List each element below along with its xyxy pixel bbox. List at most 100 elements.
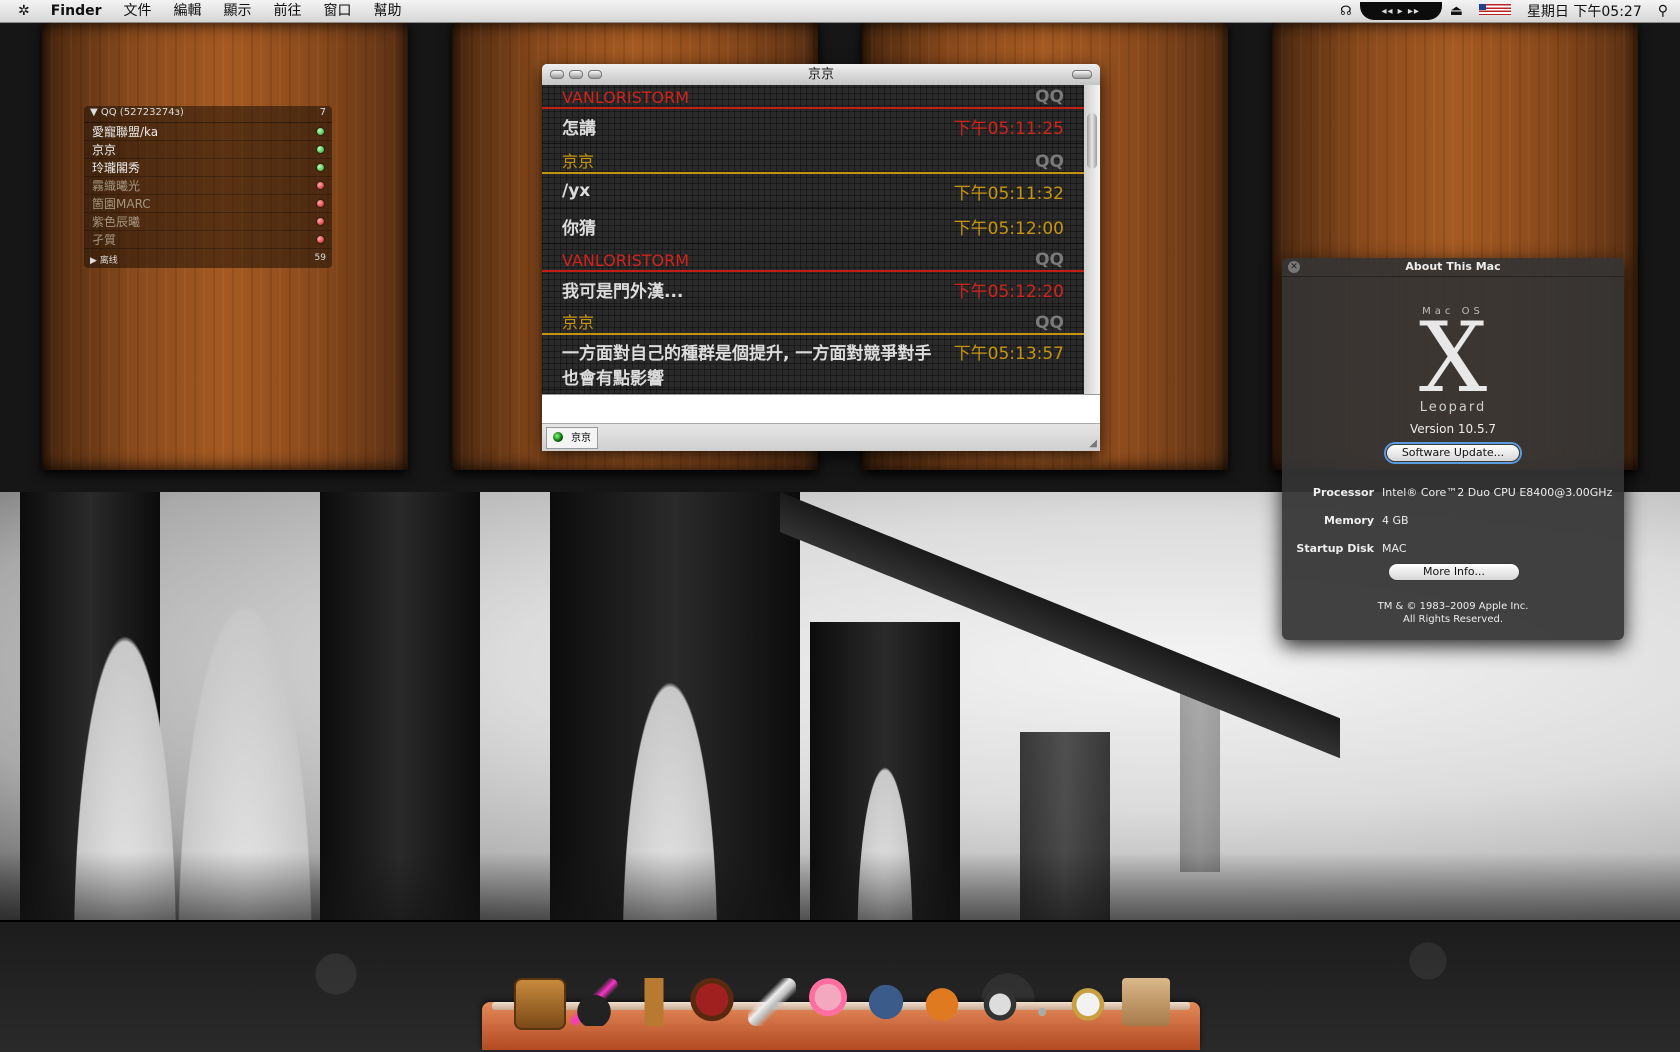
sender-header: 京京 QQ [542, 311, 1084, 335]
buddy-row[interactable]: 玲瓏閣秀 [84, 159, 332, 177]
resize-grip-icon[interactable]: ◢ [1089, 438, 1097, 449]
online-status-icon [317, 164, 324, 171]
eject-icon[interactable]: ⏏ [1442, 3, 1471, 19]
chat-message: 你猜 下午05:12:00 [542, 209, 1084, 244]
message-text: 你猜 [562, 218, 596, 239]
input-flag-icon[interactable] [1471, 3, 1519, 19]
robot-icon[interactable] [862, 978, 910, 1026]
armchair-icon[interactable] [688, 978, 736, 1026]
about-title: About This Mac [1405, 260, 1501, 273]
buddy-name: 紫色辰曦 [92, 215, 141, 229]
zoom-button[interactable] [588, 70, 602, 79]
sender-header: 京京 QQ [542, 150, 1084, 174]
online-status-icon [317, 128, 324, 135]
easel-icon[interactable] [630, 978, 678, 1026]
firefox-icon[interactable] [918, 978, 966, 1026]
chat-message: 一方面對自己的種群是個提升, 一方面對競爭對手也會有點影響 下午05:13:57 [542, 335, 1084, 390]
menu-file[interactable]: 文件 [112, 0, 162, 22]
spotlight-icon[interactable]: ⚲ [1650, 3, 1680, 19]
spec-key: Memory [1323, 514, 1374, 527]
menu-finder[interactable]: Finder [40, 0, 113, 22]
bookshelf-icon[interactable] [514, 978, 566, 1030]
offline-status-icon [317, 236, 324, 243]
menu-view[interactable]: 顯示 [212, 0, 262, 22]
spec-row: Memory 4 GB [1282, 514, 1624, 527]
buddy-row[interactable]: 京京 [84, 141, 332, 159]
menu-go[interactable]: 前往 [262, 0, 312, 22]
buddy-row[interactable]: 紫色辰曦 [84, 213, 332, 231]
menu-edit[interactable]: 編輯 [162, 0, 212, 22]
menu-help[interactable]: 幫助 [362, 0, 412, 22]
tree-line [0, 852, 1680, 920]
scroll-thumb[interactable] [1087, 113, 1097, 169]
buddy-name: 玲瓏閣秀 [92, 161, 141, 175]
minimize-button[interactable] [569, 70, 583, 79]
bird-icon[interactable] [1064, 978, 1112, 1026]
disclosure-right-icon[interactable]: ▶ [90, 256, 97, 266]
online-status-icon [317, 146, 324, 153]
buddy-row[interactable]: 愛寵聯盟/ka [84, 123, 332, 141]
offline-status-icon [317, 218, 324, 225]
chat-message: 我可是門外漢... 下午05:12:20 [542, 272, 1084, 307]
sender-name: 京京 [562, 313, 595, 332]
buddy-name: 箇園MARC [92, 197, 151, 211]
buddy-row[interactable]: 箇園MARC [84, 195, 332, 213]
magic-hat-icon[interactable] [570, 978, 618, 1026]
sender-header: VANLORISTORM QQ [542, 248, 1084, 272]
chat-title-bar[interactable]: 京京 [542, 64, 1100, 85]
chat-tab-bar: 京京 ◢ [542, 423, 1100, 451]
buddy-name: 霧織曦光 [92, 179, 141, 193]
spec-value: MAC [1382, 542, 1407, 555]
copyright: TM & © 1983–2009 Apple Inc. All Rights R… [1282, 600, 1624, 626]
chat-window: 京京 VANLORISTORM QQ 怎講 下午05:11:25 京京 QQ /yx 下… [542, 64, 1100, 451]
penguin-icon[interactable] [976, 978, 1024, 1026]
qq-online-count: 7 [319, 107, 326, 118]
menu-extras: ☊ ◂◂ ▸ ▸▸ ⏏ 星期日 下午05:27 ⚲ [1332, 0, 1680, 22]
buddy-row[interactable]: 孑質 [84, 231, 332, 249]
message-input[interactable] [542, 394, 1100, 423]
about-title-bar[interactable]: ✕ About This Mac [1282, 258, 1624, 277]
sender-name: VANLORISTORM [562, 88, 690, 107]
qq-tag: QQ [1035, 313, 1064, 333]
chat-scrollbar[interactable] [1084, 85, 1100, 394]
qq-group-header[interactable]: ▼ QQ (52723274з) 7 [84, 106, 332, 123]
logo-leopard-text: Leopard [1419, 400, 1487, 415]
toolbar-toggle-button[interactable] [1072, 70, 1092, 79]
message-time: 下午05:12:20 [953, 281, 1064, 302]
sender-header: VANLORISTORM QQ [542, 85, 1084, 109]
buddy-row[interactable]: 霧織曦光 [84, 177, 332, 195]
sender-name: VANLORISTORM [562, 251, 690, 270]
disclosure-down-icon[interactable]: ▼ [90, 107, 98, 118]
menu-bar: ✲ Finder 文件 編輯 顯示 前往 窗口 幫助 ☊ ◂◂ ▸ ▸▸ ⏏ 星… [0, 0, 1680, 23]
offline-group-header[interactable]: ▶ 离线 59 [84, 251, 332, 268]
message-time: 下午05:11:32 [953, 183, 1064, 204]
chat-message: 怎講 下午05:11:25 [542, 109, 1084, 144]
quill-icon[interactable] [748, 978, 796, 1026]
menubar-clock[interactable]: 星期日 下午05:27 [1519, 1, 1650, 21]
buddy-name: 孑質 [92, 233, 117, 247]
menu-window[interactable]: 窗口 [312, 0, 362, 22]
message-time: 下午05:13:57 [953, 344, 1064, 364]
offline-status-icon [317, 200, 324, 207]
trash-icon[interactable] [1122, 978, 1170, 1026]
message-history[interactable]: VANLORISTORM QQ 怎講 下午05:11:25 京京 QQ /yx 下午05… [542, 85, 1084, 394]
copyright-line: TM & © 1983–2009 Apple Inc. [1377, 601, 1529, 612]
chat-message: /yx 下午05:11:32 [542, 174, 1084, 209]
buddy-name: 愛寵聯盟/ka [92, 125, 159, 139]
more-info-button[interactable]: More Info... [1388, 563, 1520, 581]
close-button[interactable] [550, 70, 564, 79]
chat-tab[interactable]: 京京 [546, 427, 598, 449]
dock-separator [1038, 1008, 1046, 1016]
offline-count: 59 [314, 253, 326, 263]
message-text: 怎講 [562, 118, 596, 139]
qq-tag: QQ [1035, 250, 1064, 270]
media-controls[interactable]: ◂◂ ▸ ▸▸ [1359, 2, 1442, 20]
software-update-button[interactable]: Software Update... [1386, 444, 1520, 462]
headset-icon[interactable]: ☊ [1332, 4, 1360, 19]
spec-value: Intel® Core™2 Duo CPU E8400@3.00GHz [1382, 486, 1613, 499]
chopper-icon[interactable] [804, 978, 852, 1026]
os-version: Version 10.5.7 [1409, 422, 1497, 436]
close-icon[interactable]: ✕ [1288, 261, 1300, 273]
apple-menu-icon[interactable]: ✲ [0, 0, 40, 22]
spec-value: 4 GB [1382, 514, 1409, 527]
